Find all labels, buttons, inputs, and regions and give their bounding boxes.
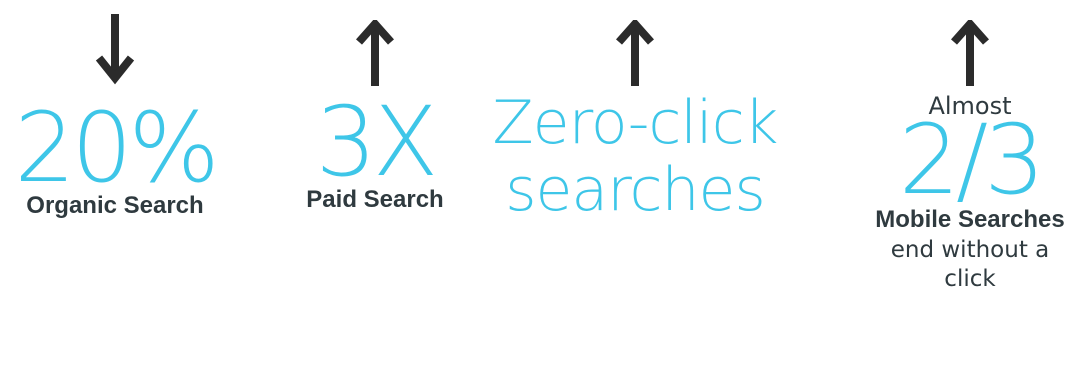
stat-value: 3X (315, 86, 439, 198)
stat-suffix: end without a click (890, 237, 1050, 292)
stat-label: Mobile Searches (875, 206, 1065, 233)
arrow-down-icon (95, 14, 135, 85)
stat-value-line2: searches (505, 154, 765, 225)
stat-paid-search: 3X Paid Search (285, 0, 465, 214)
stat-organic-search: 20% Organic Search (0, 0, 230, 220)
stat-value-line1: Zero-click (492, 88, 779, 158)
stat-value: 2/3 (898, 104, 1046, 216)
stat-label: Organic Search (26, 192, 204, 219)
stat-label: Paid Search (306, 186, 444, 213)
arrow-up-icon (616, 20, 654, 86)
stat-zero-click: Zero-click searches (480, 0, 790, 220)
stat-mobile-searches: Almost 2/3 Mobile Searches end without a… (860, 0, 1080, 294)
stat-value: 20% (14, 92, 219, 204)
arrow-up-icon (951, 20, 989, 86)
arrow-up-icon (356, 20, 394, 86)
